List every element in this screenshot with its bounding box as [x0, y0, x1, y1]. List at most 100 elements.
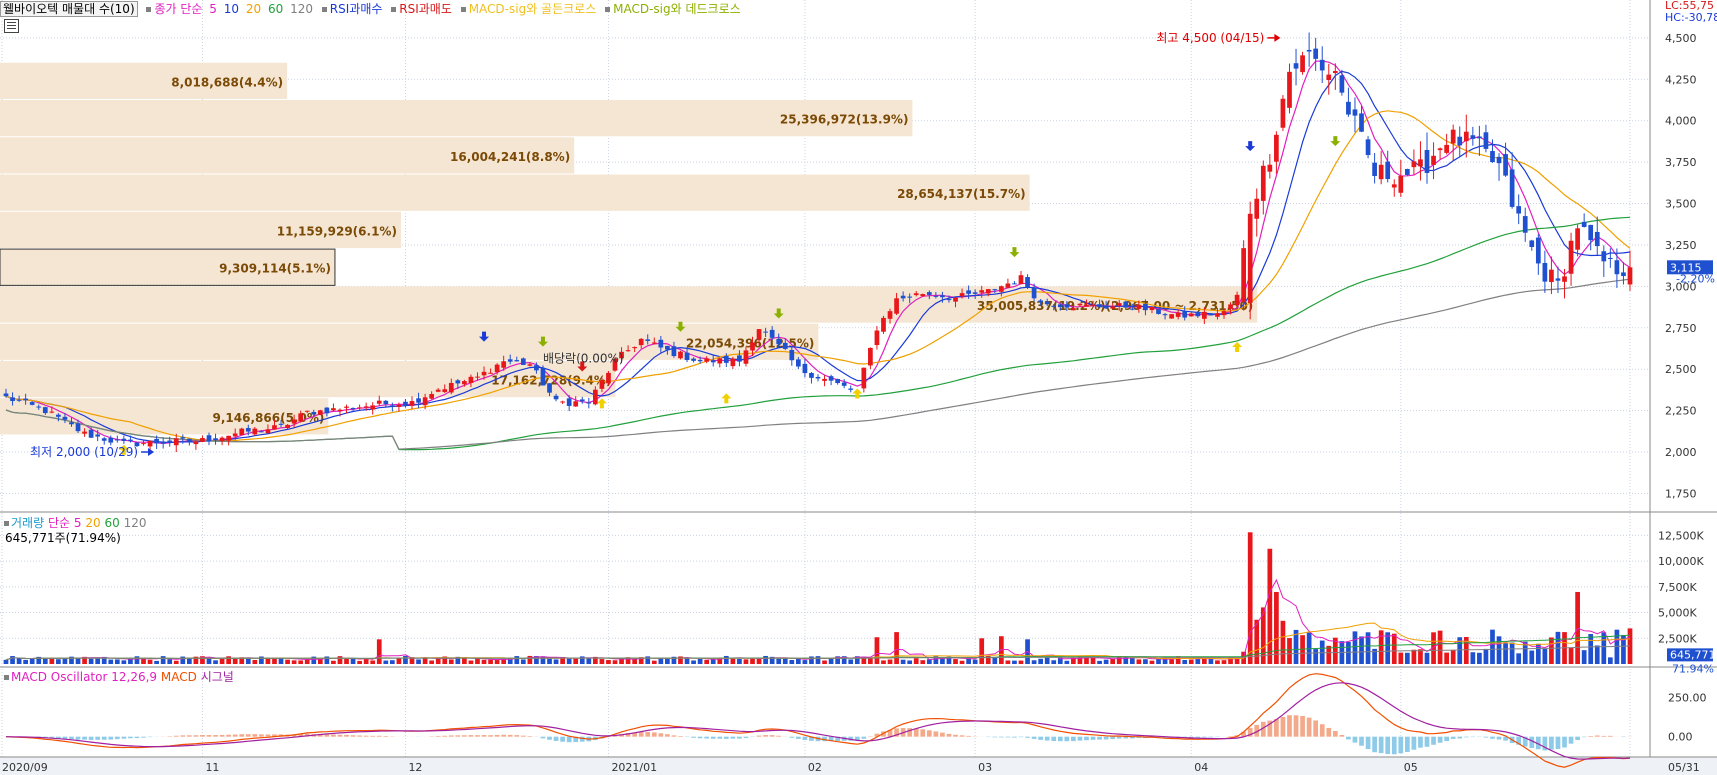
volume-bar [940, 658, 945, 664]
volume-bar [1182, 659, 1188, 664]
price-tick-label: 2,750 [1665, 322, 1697, 335]
macd-hist-bar [691, 736, 696, 738]
macd-hist-bar [101, 736, 107, 740]
vol-ma20-legend: 20 [85, 516, 101, 530]
candle-body [540, 368, 546, 386]
candle-body [1195, 311, 1201, 317]
macd-hist-bar [232, 734, 238, 737]
candle-body [1575, 228, 1580, 250]
candle-body [697, 359, 703, 362]
candle-body [475, 376, 480, 378]
macd-tick-label: 0.00 [1668, 731, 1693, 744]
volume-bar [782, 658, 788, 664]
candle-body [1221, 311, 1227, 316]
candle-body [1346, 101, 1351, 115]
macd-hist-bar [1306, 717, 1312, 737]
candle-body [1156, 309, 1161, 314]
candle-body [1555, 278, 1561, 281]
candle-body [691, 358, 696, 361]
legend-dot [146, 7, 152, 12]
macd-hist-bar [1195, 736, 1201, 738]
volume-title: 거래량 [11, 516, 45, 530]
macd-hist-bar [1568, 736, 1574, 744]
macd-hist-bar [1450, 736, 1456, 739]
x-tick-label: 05 [1404, 761, 1418, 774]
candle-body [344, 406, 349, 408]
volume-bar [1411, 649, 1417, 664]
volume-bar [1313, 649, 1319, 664]
volume-bar [887, 659, 893, 664]
price-tick-label: 3,250 [1665, 239, 1697, 252]
macd-hist-bar [756, 735, 762, 737]
dividend-annotation: 배당락(0.00%) [543, 352, 624, 366]
volume-bar [1018, 660, 1024, 664]
candle-body [1201, 311, 1207, 319]
macd-hist-bar [337, 734, 343, 737]
macd-hist-bar [1601, 735, 1607, 737]
volume-bar [1542, 648, 1548, 664]
volume-bar [1346, 641, 1351, 664]
macd-hist-bar [180, 735, 186, 737]
volume-bar [959, 660, 965, 664]
macd-hist-bar [357, 735, 362, 737]
candle-body [1300, 55, 1305, 73]
volume-bar [599, 659, 605, 664]
volume-bar [1201, 658, 1207, 664]
candle-body [1116, 303, 1122, 306]
macd-hist-bar [776, 735, 782, 737]
volume-profile-label: 28,654,137(15.7%) [897, 187, 1026, 201]
candle-body [1057, 304, 1063, 308]
candle-body [1012, 283, 1017, 285]
macd-hist-bar [946, 733, 952, 737]
candle-body [429, 394, 435, 399]
macd-hist-bar [1044, 736, 1050, 741]
candle-body [128, 439, 133, 441]
candle-body [737, 355, 742, 362]
candle-body [1260, 165, 1266, 201]
macd-hist-bar [789, 736, 795, 738]
ma20-legend: 20 [245, 2, 262, 16]
candle-body [350, 407, 356, 410]
candle-body [206, 435, 212, 442]
candle-body [337, 409, 343, 412]
candle-body [324, 407, 330, 414]
stock-chart[interactable]: 8,018,688(4.4%) 25,396,972(13.9%) 16,004,2… [0, 0, 1717, 775]
candle-body [1594, 231, 1600, 247]
rsi-sell-legend: RSI과매도 [399, 2, 452, 16]
candle-body [1601, 251, 1607, 262]
volume-bar [1287, 638, 1292, 664]
table-icon[interactable] [4, 19, 19, 33]
chart-legend: 웰바이오텍 매물대 수(10) 종가 단순 5 10 20 60 120 RSI… [0, 0, 744, 17]
candle-body [1496, 156, 1502, 164]
macd-hist-bar [1280, 716, 1286, 737]
macd-hist-bar [1391, 736, 1397, 755]
chart-title[interactable]: 웰바이오텍 매물대 수(10) [0, 1, 138, 17]
volume-bar [704, 659, 710, 664]
price-tick-label: 3,500 [1665, 198, 1697, 211]
volume-profile-label: 16,004,241(8.8%) [450, 150, 570, 164]
candle-body [200, 438, 205, 442]
macd-hist-bar [1575, 736, 1580, 740]
macd-hist-bar [658, 733, 664, 737]
vol-ma120-legend: 120 [123, 516, 147, 530]
candle-body [88, 429, 94, 438]
volume-bar [1103, 659, 1109, 664]
macd-hist-bar [1555, 736, 1561, 749]
candle-body [1025, 277, 1030, 288]
candle-body [501, 361, 507, 368]
volume-bar [376, 639, 382, 664]
volume-bar [612, 660, 618, 664]
candle-body [186, 438, 192, 442]
candle-body [154, 438, 159, 444]
candle-body [1352, 109, 1358, 116]
candle-body [520, 358, 526, 365]
volume-tick-label: 10,000K [1658, 555, 1704, 568]
volume-bar [481, 659, 487, 664]
macd-hist-bar [926, 730, 932, 737]
candle-body [926, 292, 932, 295]
volume-bar [403, 655, 408, 664]
candle-body [1450, 129, 1456, 144]
volume-bar [114, 659, 120, 664]
macd-hist-bar [743, 736, 749, 738]
volume-bar [62, 658, 68, 664]
